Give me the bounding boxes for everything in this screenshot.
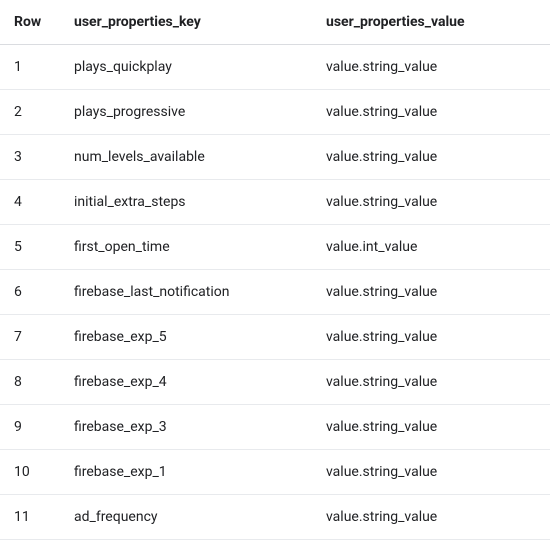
table-row: 11ad_frequencyvalue.string_value [0, 495, 550, 540]
cell-user-properties-key: firebase_exp_1 [62, 450, 314, 495]
row-number: 10 [0, 450, 62, 495]
row-number: 5 [0, 225, 62, 270]
row-number: 1 [0, 45, 62, 90]
header-user-properties-value: user_properties_value [314, 0, 550, 45]
table-row: 8firebase_exp_4value.string_value [0, 360, 550, 405]
row-number: 4 [0, 180, 62, 225]
cell-user-properties-value: value.string_value [314, 45, 550, 90]
cell-user-properties-key: firebase_exp_3 [62, 405, 314, 450]
header-row-number: Row [0, 0, 62, 45]
cell-user-properties-value: value.string_value [314, 495, 550, 540]
cell-user-properties-value: value.string_value [314, 90, 550, 135]
cell-user-properties-key: first_open_time [62, 225, 314, 270]
table-row: 1plays_quickplayvalue.string_value [0, 45, 550, 90]
cell-user-properties-value: value.string_value [314, 180, 550, 225]
table-row: 2plays_progressivevalue.string_value [0, 90, 550, 135]
cell-user-properties-value: value.string_value [314, 135, 550, 180]
cell-user-properties-key: num_levels_available [62, 135, 314, 180]
results-table: Row user_properties_key user_properties_… [0, 0, 550, 540]
cell-user-properties-value: value.string_value [314, 360, 550, 405]
table-row: 3num_levels_availablevalue.string_value [0, 135, 550, 180]
row-number: 3 [0, 135, 62, 180]
cell-user-properties-key: firebase_exp_5 [62, 315, 314, 360]
table-row: 6firebase_last_notificationvalue.string_… [0, 270, 550, 315]
row-number: 7 [0, 315, 62, 360]
cell-user-properties-key: ad_frequency [62, 495, 314, 540]
row-number: 8 [0, 360, 62, 405]
cell-user-properties-value: value.string_value [314, 270, 550, 315]
row-number: 6 [0, 270, 62, 315]
cell-user-properties-value: value.string_value [314, 405, 550, 450]
cell-user-properties-value: value.string_value [314, 315, 550, 360]
cell-user-properties-value: value.int_value [314, 225, 550, 270]
row-number: 9 [0, 405, 62, 450]
cell-user-properties-key: plays_progressive [62, 90, 314, 135]
cell-user-properties-key: initial_extra_steps [62, 180, 314, 225]
table-row: 9firebase_exp_3value.string_value [0, 405, 550, 450]
cell-user-properties-key: plays_quickplay [62, 45, 314, 90]
table-row: 7firebase_exp_5value.string_value [0, 315, 550, 360]
table-row: 5first_open_timevalue.int_value [0, 225, 550, 270]
table-row: 10firebase_exp_1value.string_value [0, 450, 550, 495]
cell-user-properties-key: firebase_exp_4 [62, 360, 314, 405]
cell-user-properties-value: value.string_value [314, 450, 550, 495]
table-row: 4initial_extra_stepsvalue.string_value [0, 180, 550, 225]
table-header-row: Row user_properties_key user_properties_… [0, 0, 550, 45]
cell-user-properties-key: firebase_last_notification [62, 270, 314, 315]
row-number: 2 [0, 90, 62, 135]
row-number: 11 [0, 495, 62, 540]
header-user-properties-key: user_properties_key [62, 0, 314, 45]
